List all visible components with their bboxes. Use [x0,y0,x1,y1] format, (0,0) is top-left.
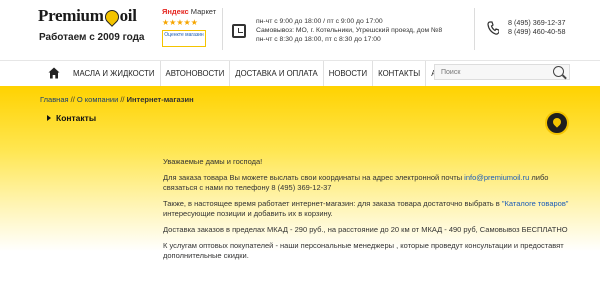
working-hours: пн-чт с 9:00 до 18:00 / пт с 9:00 до 17:… [256,18,443,43]
caret-right-icon [47,115,51,121]
home-icon[interactable] [48,67,60,79]
breadcrumb: Главная // О компании // Интернет-магази… [40,95,194,104]
catalog-link[interactable]: "Каталоге товаров" [502,199,569,208]
sidebar-contacts-link[interactable]: Контакты [56,113,96,123]
breadcrumb-separator: // [118,95,127,104]
nav-item-auto-news[interactable]: АВТОНОВОСТИ [159,61,230,87]
phone-icon [487,21,499,35]
logo-wordmark: Premium oil [38,6,137,27]
email-link[interactable]: info@premiumoil.ru [464,173,529,182]
search-icon[interactable] [553,66,564,77]
nav-item-delivery-payment[interactable]: ДОСТАВКА И ОПЛАТА [229,61,322,87]
yandex-market-widget[interactable]: Яндекс Маркет ★★★★★ Оценкте магазин [162,7,217,51]
site-logo[interactable]: Premium oil Работаем с 2009 года [38,6,144,48]
nav-item-oils-fluids[interactable]: МАСЛА И ЖИДКОСТИ [68,61,160,87]
breadcrumb-about[interactable]: О компании [77,95,118,104]
header-divider [474,8,475,50]
search-input[interactable] [435,65,557,79]
oil-drop-icon [101,7,122,27]
nav-item-contacts[interactable]: КОНТАКТЫ [372,61,425,87]
yandex-market-title: Яндекс Маркет [162,7,217,16]
nav-menu: МАСЛА И ЖИДКОСТИ АВТОНОВОСТИ ДОСТАВКА И … [68,61,485,87]
site-header: Premium oil Работаем с 2009 года Яндекс М… [0,0,600,60]
header-divider [222,8,223,50]
oil-drop-icon [545,111,569,135]
rating-stars: ★★★★★ [162,18,198,27]
shop-paragraph: Также, в настоящее время работает интерн… [163,199,569,218]
wholesale-paragraph: К услугам оптовых покупателей - наши пер… [163,241,564,260]
nav-item-news[interactable]: НОВОСТИ [322,61,372,87]
greeting-text: Уважаемые дамы и господа! [163,157,263,166]
breadcrumb-home[interactable]: Главная [40,95,69,104]
phone-number[interactable]: 8 (495) 369-12-37 [508,18,566,27]
clock-icon [232,24,246,38]
page-content: Уважаемые дамы и господа! Для заказа тов… [163,157,573,267]
breadcrumb-current: Интернет-магазин [126,95,194,104]
phone-numbers: 8 (495) 369-12-37 8 (499) 460-40-58 [508,18,566,36]
breadcrumb-separator: // [68,95,77,104]
logo-tagline: Работаем с 2009 года [39,32,145,43]
delivery-paragraph: Доставка заказов в пределах МКАД - 290 р… [163,225,568,234]
search-box [434,64,570,80]
order-paragraph: Для заказа товара Вы можете выслать свои… [163,173,549,192]
rate-shop-button[interactable]: Оценкте магазин [162,30,206,47]
phone-number[interactable]: 8 (499) 460-40-58 [508,27,566,36]
